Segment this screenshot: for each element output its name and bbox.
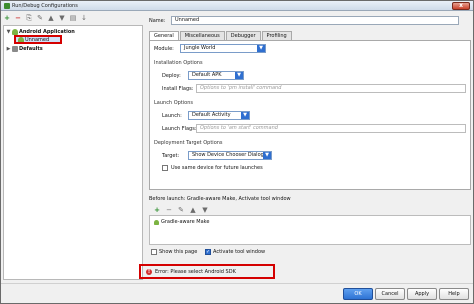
tab-strip: General Miscellaneous Debugger Profiling (149, 31, 292, 40)
edit-task-icon[interactable]: ✎ (177, 206, 185, 214)
launch-flags-label: Launch Flags: (162, 126, 197, 132)
show-page-option[interactable]: Show this page (151, 249, 197, 255)
same-device-checkbox[interactable] (162, 165, 168, 171)
activate-tool-checkbox[interactable]: ✓ (205, 249, 211, 255)
target-label: Target: (162, 153, 180, 159)
tab-debugger[interactable]: Debugger (225, 31, 261, 40)
target-value: Show Device Chooser Dialog (192, 152, 264, 158)
tab-profiling[interactable]: Profiling (261, 31, 292, 40)
install-flags-input[interactable]: Options to 'pm install' command (196, 84, 466, 93)
copy-icon[interactable]: ⎘ (25, 14, 33, 22)
install-flags-label: Install Flags: (162, 86, 194, 92)
app-icon (4, 3, 10, 9)
tab-miscellaneous[interactable]: Miscellaneous (179, 31, 225, 40)
edit-defaults-icon[interactable]: ✎ (36, 14, 44, 22)
close-button[interactable]: x (452, 2, 470, 10)
same-device-label: Use same device for future launches (171, 165, 263, 171)
help-button[interactable]: Help (439, 288, 469, 300)
chevron-down-icon: ▼ (235, 72, 243, 79)
launch-options-section: Launch Options (150, 100, 468, 106)
launch-value: Default Activity (192, 112, 231, 118)
launch-label: Launch: (162, 113, 182, 119)
tree-item-defaults[interactable]: ▶ Defaults (6, 45, 43, 52)
move-down-icon[interactable]: ▼ (58, 14, 66, 22)
move-up-icon[interactable]: ▲ (47, 14, 55, 22)
dialog-footer: OK Cancel Apply Help (1, 283, 473, 303)
show-page-label: Show this page (159, 249, 198, 255)
tree-item-label: Defaults (19, 45, 43, 52)
name-input[interactable]: Unnamed (171, 16, 459, 25)
general-panel: Module: Jungle World ▼ Installation Opti… (149, 40, 471, 190)
section-title: Deployment Target Options (154, 140, 223, 146)
module-value: Jungle World (184, 45, 216, 51)
gradle-icon (154, 219, 159, 225)
move-task-down-icon[interactable]: ▼ (201, 206, 209, 214)
deployment-target-section: Deployment Target Options (150, 140, 468, 146)
error-icon: ! (146, 268, 152, 275)
target-select[interactable]: Show Device Chooser Dialog ▼ (188, 151, 272, 160)
ok-button[interactable]: OK (343, 288, 373, 300)
add-task-icon[interactable]: + (153, 206, 161, 214)
activate-tool-label: Activate tool window (213, 249, 266, 255)
installation-options-section: Installation Options (150, 60, 468, 66)
show-page-checkbox[interactable] (151, 249, 157, 255)
section-title: Installation Options (154, 60, 203, 66)
error-text: Error: Please select Android SDK (155, 268, 236, 275)
android-icon (12, 28, 18, 35)
list-item-label: Gradle-aware Make (161, 219, 210, 225)
chevron-down-icon: ▼ (241, 112, 249, 119)
launch-select[interactable]: Default Activity ▼ (188, 111, 250, 120)
remove-icon[interactable]: − (14, 14, 22, 22)
tree-item-label: Android Application (19, 28, 75, 35)
apply-button[interactable]: Apply (407, 288, 437, 300)
list-item[interactable]: Gradle-aware Make (154, 219, 209, 225)
chevron-down-icon: ▼ (257, 45, 265, 52)
config-tree: ▼ Android Application Unnamed ▶ Defaults (3, 25, 143, 280)
before-launch-list: Gradle-aware Make (149, 215, 471, 245)
name-label: Name: (149, 18, 166, 24)
chevron-down-icon: ▼ (263, 152, 271, 159)
before-launch-toolbar: + − ✎ ▲ ▼ (153, 206, 209, 214)
tab-general[interactable]: General (149, 31, 179, 40)
error-message: ! Error: Please select Android SDK (139, 264, 275, 279)
tree-item-android-application[interactable]: ▼ Android Application (6, 28, 75, 35)
add-icon[interactable]: + (3, 14, 11, 22)
config-toolbar: + − ⎘ ✎ ▲ ▼ ▤ ↓ (3, 13, 141, 23)
expand-arrow-icon[interactable]: ▶ (6, 46, 11, 52)
before-launch-title[interactable]: Before launch: Gradle-aware Make, Activa… (149, 196, 291, 202)
module-select[interactable]: Jungle World ▼ (180, 44, 266, 53)
cancel-button[interactable]: Cancel (375, 288, 405, 300)
deploy-label: Deploy: (162, 73, 181, 79)
title-bar: Run/Debug Configurations x (1, 1, 473, 11)
run-debug-dialog: Run/Debug Configurations x + − ⎘ ✎ ▲ ▼ ▤… (0, 0, 474, 304)
highlight-box (14, 35, 62, 44)
deploy-select[interactable]: Default APK ▼ (188, 71, 244, 80)
activate-tool-option[interactable]: ✓ Activate tool window (205, 249, 265, 255)
window-title: Run/Debug Configurations (12, 3, 78, 9)
module-label: Module: (154, 46, 174, 52)
folder-icon[interactable]: ▤ (69, 14, 77, 22)
deploy-value: Default APK (192, 72, 222, 78)
launch-flags-input[interactable]: Options to 'am start' command (196, 124, 466, 133)
name-row: Name: Unnamed (147, 16, 473, 26)
remove-task-icon[interactable]: − (165, 206, 173, 214)
sort-icon[interactable]: ↓ (80, 14, 88, 22)
move-task-up-icon[interactable]: ▲ (189, 206, 197, 214)
wrench-icon (12, 45, 18, 52)
collapse-arrow-icon[interactable]: ▼ (6, 29, 11, 35)
section-title: Launch Options (154, 100, 193, 106)
